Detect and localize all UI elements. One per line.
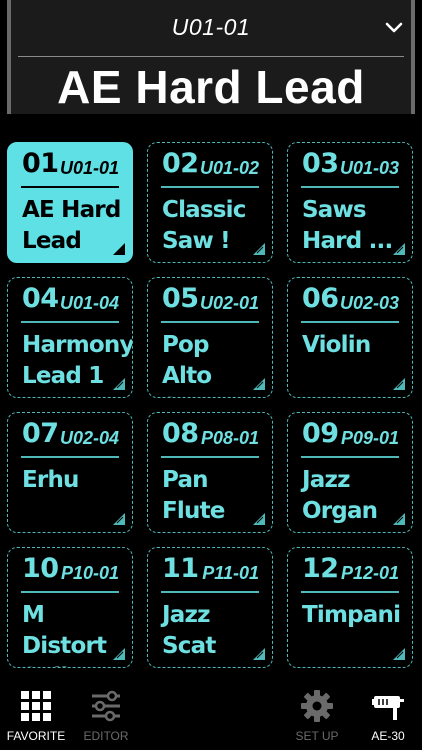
favorite-tile-02[interactable]: 02 U01-02 Classic Saw ! [147,142,273,263]
corner-marker-icon [253,513,265,525]
favorite-tile-10[interactable]: 10 P10-01 M Distort Split [7,547,133,668]
tile-divider [301,456,399,458]
tile-divider [161,321,259,323]
tile-divider [301,591,399,593]
chevron-down-icon[interactable] [384,18,404,38]
tile-number: 11 [162,553,199,584]
tile-patch-name: Violin [302,332,371,358]
favorite-tile-06[interactable]: 06 U02-03 Violin [287,277,413,398]
tile-patch-name: AE Hard Lead [22,197,121,254]
corner-marker-icon [393,648,405,660]
favorite-tile-12[interactable]: 12 P12-01 Timpani [287,547,413,668]
corner-marker-icon [113,513,125,525]
corner-marker-icon [113,243,125,255]
tile-number: 10 [22,553,59,584]
tile-patch-name: Pop Alto Sax [162,332,212,397]
favorite-tile-11[interactable]: 11 P11-01 Jazz Scat [147,547,273,668]
corner-marker-icon [253,243,265,255]
instrument-icon [372,696,404,720]
tile-number: 05 [162,283,199,314]
nav-favorite[interactable]: FAVORITE [0,682,72,750]
favorite-tile-01[interactable]: 01 U01-01 AE Hard Lead [7,142,133,263]
tile-patch-code: U02-03 [339,293,399,313]
bottom-nav: FAVORITE EDITOR SET UP AE-30 [0,682,422,750]
current-patch-code[interactable]: U01-01 [0,14,422,41]
corner-marker-icon [393,513,405,525]
corner-marker-icon [393,378,405,390]
tile-divider [21,321,119,323]
tile-patch-name: M Distort Split [22,602,107,667]
tile-patch-code: U02-01 [199,293,259,313]
tile-divider [21,186,119,188]
current-patch-name: AE Hard Lead [57,61,365,113]
patch-header: U01-01 AE Hard Lead [0,0,422,118]
header-divider [18,56,404,57]
tile-patch-code: U02-04 [59,428,119,448]
tile-patch-code: U01-04 [59,293,119,313]
tile-patch-code: P09-01 [340,428,399,448]
nav-setup[interactable]: SET UP [284,682,350,750]
nav-label: AE-30 [371,729,405,743]
corner-marker-icon [253,378,265,390]
grid-icon [21,691,51,721]
tile-patch-code: U01-03 [339,158,399,178]
tile-divider [301,186,399,188]
tile-number: 09 [302,418,339,449]
tile-patch-code: P12-01 [340,563,399,583]
nav-label: FAVORITE [6,729,66,743]
tile-number: 04 [22,283,59,314]
tile-number: 08 [162,418,199,449]
tile-number: 02 [162,148,199,179]
tile-divider [161,456,259,458]
tile-number: 01 [22,148,59,179]
tile-patch-name: Pan Flute MT [162,467,225,532]
corner-marker-icon [393,243,405,255]
sliders-icon [92,690,120,722]
tile-patch-code: P11-01 [202,563,259,583]
tile-patch-code: U01-02 [199,158,259,178]
nav-editor[interactable]: EDITOR [72,682,140,750]
favorite-tile-05[interactable]: 05 U02-01 Pop Alto Sax [147,277,273,398]
tile-divider [161,186,259,188]
tile-patch-code: P10-01 [60,563,119,583]
tile-divider [161,591,259,593]
nav-label: SET UP [295,729,339,743]
corner-marker-icon [113,378,125,390]
tile-patch-code: P08-01 [200,428,259,448]
tile-divider [21,456,119,458]
favorite-grid: 01 U01-01 AE Hard Lead 02 U01-02 Classic… [7,142,413,668]
tile-divider [301,321,399,323]
tile-patch-name: Jazz Organ ... [302,467,378,532]
tile-patch-name: Saws Hard ... [302,197,393,254]
tile-patch-name: Harmony Lead 1 [22,332,133,389]
corner-marker-icon [253,648,265,660]
corner-marker-icon [113,648,125,660]
favorite-tile-03[interactable]: 03 U01-03 Saws Hard ... [287,142,413,263]
nav-label: EDITOR [83,729,129,743]
favorite-tile-07[interactable]: 07 U02-04 Erhu [7,412,133,533]
favorite-tile-08[interactable]: 08 P08-01 Pan Flute MT [147,412,273,533]
tile-number: 06 [302,283,339,314]
tile-patch-name: Classic Saw ! [162,197,246,254]
tile-patch-name: Jazz Scat [162,602,216,659]
tile-patch-name: Erhu [22,467,79,493]
gear-icon [301,690,333,722]
tile-number: 12 [302,553,339,584]
nav-device[interactable]: AE-30 [354,682,422,750]
favorite-tile-09[interactable]: 09 P09-01 Jazz Organ ... [287,412,413,533]
tile-patch-name: Timpani [302,602,401,628]
tile-divider [21,591,119,593]
favorite-tile-04[interactable]: 04 U01-04 Harmony Lead 1 [7,277,133,398]
tile-number: 03 [302,148,339,179]
tile-number: 07 [22,418,59,449]
tile-patch-code: U01-01 [59,158,119,178]
